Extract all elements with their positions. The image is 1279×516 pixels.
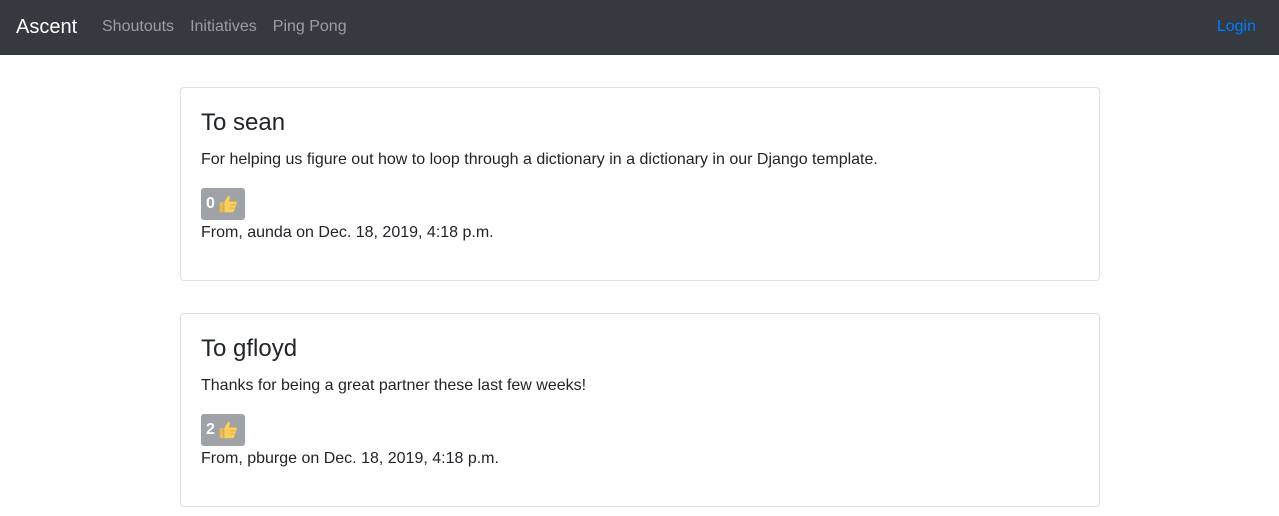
shoutout-title: To sean (201, 109, 286, 136)
shoutout-message: For helping us figure out how to loop th… (201, 151, 878, 168)
shoutout-from: From, aunda on Dec. 18, 2019, 4:18 p.m. (201, 224, 494, 241)
nav-link-ping-pong[interactable]: Ping Pong (273, 17, 347, 37)
shoutout-message: Thanks for being a great partner these l… (201, 377, 587, 394)
like-count: 2 (206, 421, 215, 438)
like-button[interactable]: 0 (201, 188, 245, 220)
shoutout-card: To gfloyd Thanks for being a great partn… (180, 313, 1100, 507)
thumbs-up-icon (219, 421, 237, 439)
nav-link-shoutouts[interactable]: Shoutouts (102, 17, 174, 37)
brand-link[interactable]: Ascent (16, 14, 77, 40)
shoutout-title: To gfloyd (201, 335, 298, 362)
thumbs-up-icon (219, 195, 237, 213)
nav-links: Shoutouts Initiatives Ping Pong (102, 17, 363, 37)
navbar: Ascent Shoutouts Initiatives Ping Pong L… (0, 0, 1279, 55)
shoutout-card: To sean For helping us figure out how to… (180, 87, 1100, 281)
login-link[interactable]: Login (1217, 17, 1256, 37)
shoutout-from: From, pburge on Dec. 18, 2019, 4:18 p.m. (201, 450, 499, 467)
like-count: 0 (206, 195, 215, 212)
nav-link-initiatives[interactable]: Initiatives (190, 17, 257, 37)
like-button[interactable]: 2 (201, 414, 245, 446)
